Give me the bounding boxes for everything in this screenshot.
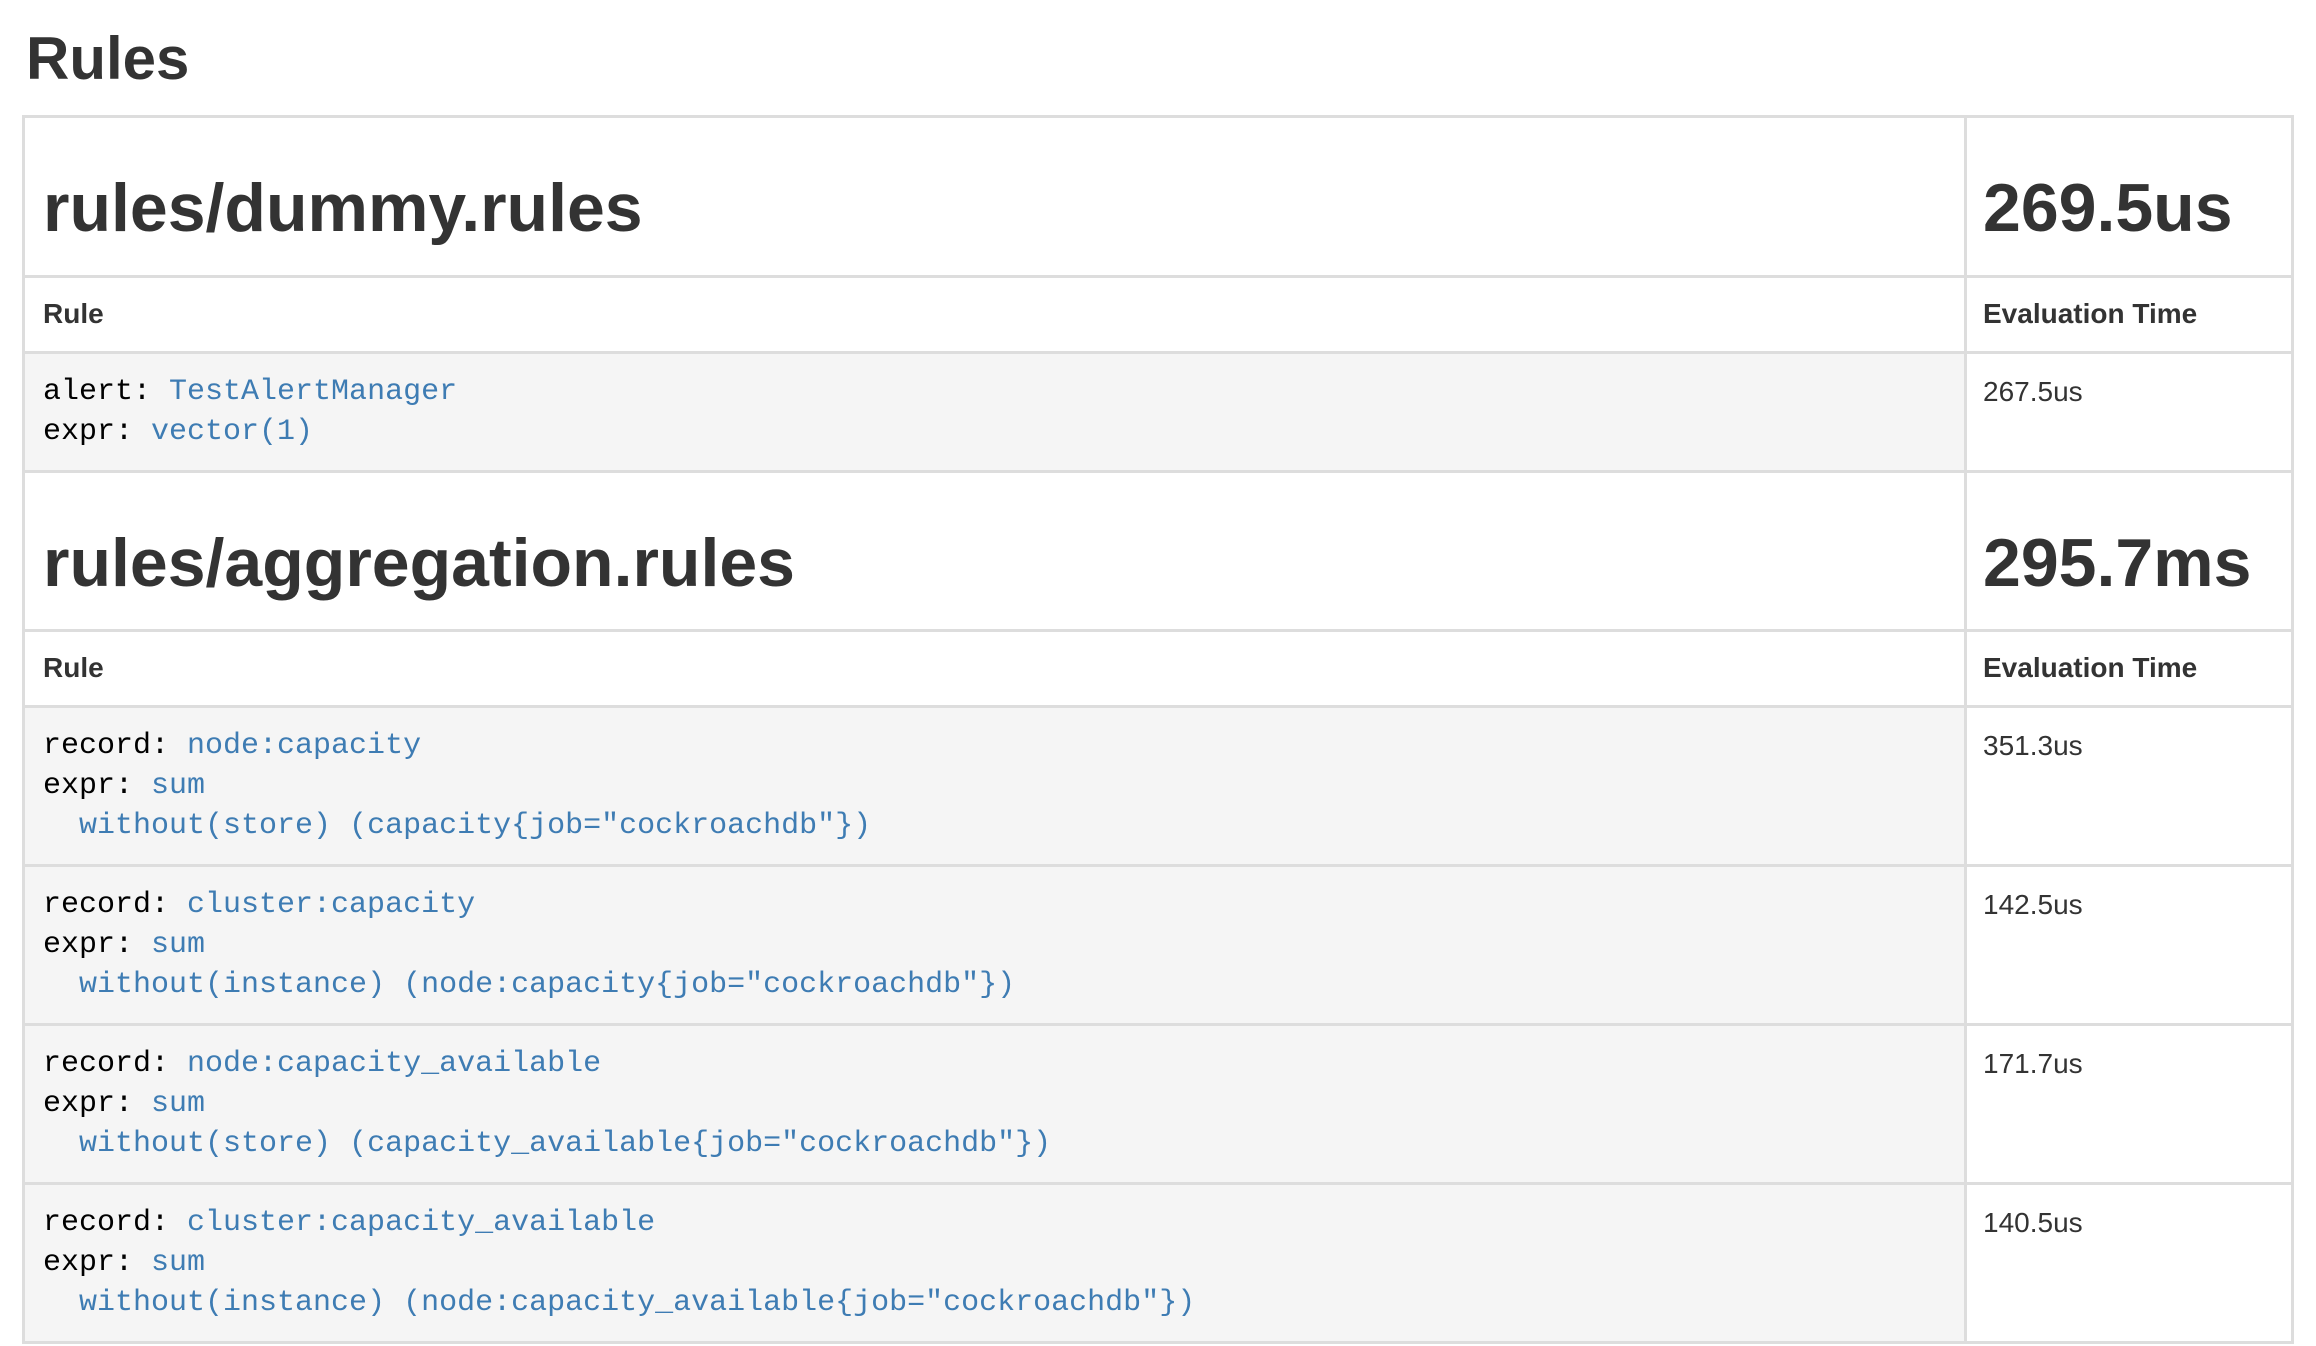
rule-definition-cell: record: cluster:capacity_available expr:s… [24, 1184, 1966, 1343]
table-row: record: cluster:capacity expr:sum without… [24, 866, 2293, 1025]
rule-record-label: record: [43, 729, 169, 763]
rule-record-name-link[interactable]: node:capacity_available [187, 1047, 601, 1081]
evaluation-time-column-header: Evaluation Time [1966, 631, 2293, 707]
rule-expr-line: expr:sum without(store) (capacity_availa… [43, 1084, 1946, 1164]
rule-column-header: Rule [24, 276, 1966, 352]
table-row: alert: TestAlertManager expr: vector(1) 26… [24, 352, 2293, 471]
rule-alert-name-link[interactable]: TestAlertManager [169, 375, 457, 409]
rule-expr-link[interactable]: sum without(instance) (node:capacity{job… [43, 928, 1015, 1002]
rule-record-name-link[interactable]: cluster:capacity_available [187, 1206, 655, 1240]
page-title: Rules [26, 24, 2294, 93]
rule-expr-link[interactable]: vector(1) [151, 415, 313, 449]
rule-expr-label: expr: [43, 769, 133, 803]
table-row: record: cluster:capacity_available expr:s… [24, 1184, 2293, 1343]
rule-evaluation-time: 171.7us [1966, 1025, 2293, 1184]
rule-group-file-cell: rules/aggregation.rules [24, 471, 1966, 631]
rule-record-name-link[interactable]: cluster:capacity [187, 888, 475, 922]
rule-expr-line: expr:sum without(store) (capacity{job="c… [43, 766, 1946, 846]
table-row: record: node:capacity expr:sum without(st… [24, 707, 2293, 866]
rule-group-file-cell: rules/dummy.rules [24, 117, 1966, 277]
rule-alert-label: alert: [43, 375, 151, 409]
rule-group-header-row: rules/dummy.rules 269.5us [24, 117, 2293, 277]
rule-definition-cell: record: node:capacity expr:sum without(st… [24, 707, 1966, 866]
rule-alert-line: alert: TestAlertManager [43, 372, 1946, 412]
rule-expr-link[interactable]: sum without(store) (capacity{job="cockro… [43, 769, 871, 843]
rule-column-header: Rule [24, 631, 1966, 707]
table-row: record: node:capacity_available expr:sum … [24, 1025, 2293, 1184]
rule-expr-link[interactable]: sum without(store) (capacity_available{j… [43, 1087, 1051, 1161]
rule-expr-line: expr:sum without(instance) (node:capacit… [43, 925, 1946, 1005]
rules-table: rules/dummy.rules 269.5us Rule Evaluatio… [22, 115, 2294, 1344]
rule-group-file-name: rules/aggregation.rules [43, 526, 1946, 601]
rule-expr-label: expr: [43, 1087, 133, 1121]
rule-evaluation-time: 140.5us [1966, 1184, 2293, 1343]
rule-expr-label: expr: [43, 415, 133, 449]
evaluation-time-column-header: Evaluation Time [1966, 276, 2293, 352]
rule-record-line: record: node:capacity_available [43, 1044, 1946, 1084]
rule-record-label: record: [43, 1206, 169, 1240]
rule-record-line: record: node:capacity [43, 726, 1946, 766]
rule-group-total-time-cell: 295.7ms [1966, 471, 2293, 631]
rule-group-total-time-cell: 269.5us [1966, 117, 2293, 277]
rule-record-name-link[interactable]: node:capacity [187, 729, 421, 763]
rule-group-total-time: 269.5us [1983, 171, 2275, 246]
rule-evaluation-time: 267.5us [1966, 352, 2293, 471]
rule-group-file-name: rules/dummy.rules [43, 171, 1946, 246]
rule-expr-link[interactable]: sum without(instance) (node:capacity_ava… [43, 1246, 1195, 1320]
column-header-row: Rule Evaluation Time [24, 631, 2293, 707]
rule-expr-line: expr: vector(1) [43, 412, 1946, 452]
rule-definition-cell: alert: TestAlertManager expr: vector(1) [24, 352, 1966, 471]
rule-group-total-time: 295.7ms [1983, 526, 2275, 601]
rule-evaluation-time: 351.3us [1966, 707, 2293, 866]
rule-record-line: record: cluster:capacity_available [43, 1203, 1946, 1243]
rule-expr-line: expr:sum without(instance) (node:capacit… [43, 1243, 1946, 1323]
column-header-row: Rule Evaluation Time [24, 276, 2293, 352]
rule-group-header-row: rules/aggregation.rules 295.7ms [24, 471, 2293, 631]
rule-evaluation-time: 142.5us [1966, 866, 2293, 1025]
rule-definition-cell: record: cluster:capacity expr:sum without… [24, 866, 1966, 1025]
rule-expr-label: expr: [43, 1246, 133, 1280]
rule-record-label: record: [43, 888, 169, 922]
rule-definition-cell: record: node:capacity_available expr:sum … [24, 1025, 1966, 1184]
rule-expr-label: expr: [43, 928, 133, 962]
rule-record-line: record: cluster:capacity [43, 885, 1946, 925]
rule-record-label: record: [43, 1047, 169, 1081]
